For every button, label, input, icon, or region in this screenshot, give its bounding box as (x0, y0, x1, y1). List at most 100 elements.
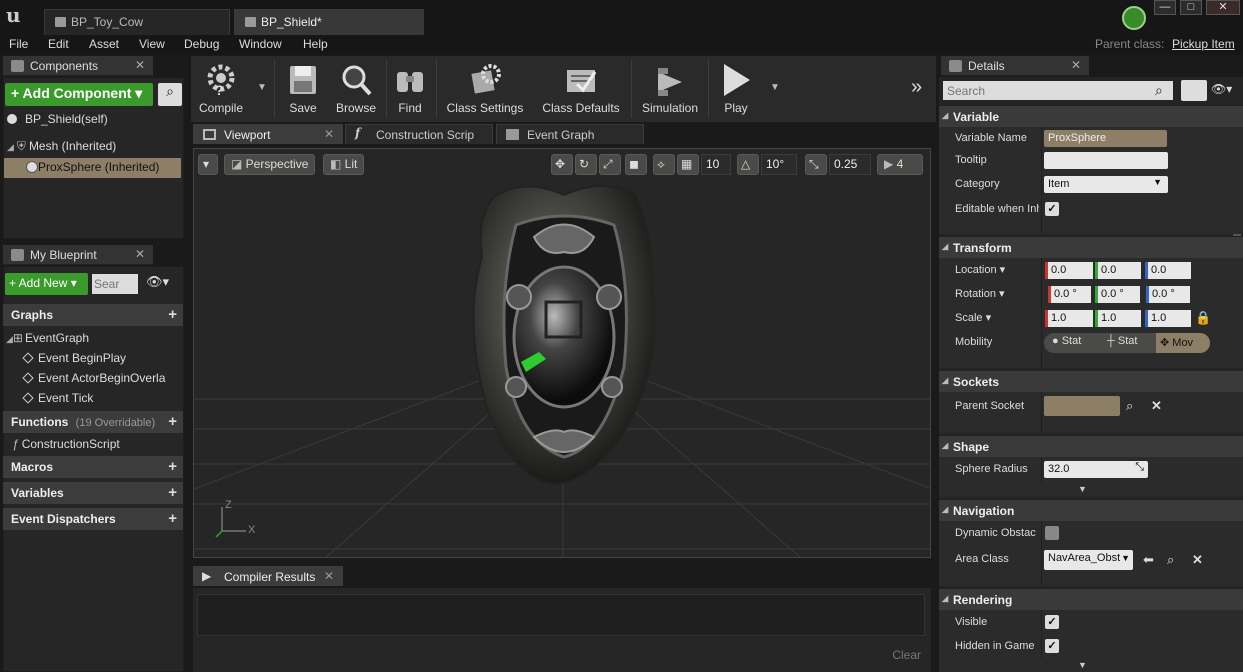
scale-x-field[interactable]: 1.0 (1045, 310, 1093, 327)
component-self[interactable]: BP_Shield(self) (7, 112, 108, 126)
close-icon[interactable]: ✕ (135, 58, 145, 72)
translate-mode-icon[interactable]: ✥ (551, 154, 573, 175)
surface-snap-icon[interactable]: ⟡ (653, 154, 675, 175)
perspective-button[interactable]: ◪ Perspective (224, 154, 316, 175)
view-options-eye-icon[interactable]: 👁▾ (146, 274, 169, 290)
event-beginplay-item[interactable]: Event BeginPlay (22, 351, 126, 365)
event-tick-item[interactable]: Event Tick (22, 391, 93, 405)
sphere-radius-field[interactable]: 32.0 ⤡ (1044, 461, 1148, 478)
source-control-status-icon[interactable] (1122, 6, 1146, 30)
close-icon[interactable]: ✕ (135, 247, 145, 261)
rendering-section-header[interactable]: ◢ Rendering (939, 588, 1243, 610)
rotation-snap-value[interactable]: 10° (761, 154, 797, 175)
location-x-field[interactable]: 0.0 (1045, 262, 1093, 279)
scale-snap-value[interactable]: 0.25 (829, 154, 871, 175)
rotation-z-field[interactable]: 0.0 ° (1146, 286, 1190, 303)
grid-snap-icon[interactable]: ▦ (677, 154, 699, 175)
compile-options-caret-icon[interactable]: ▼ (257, 82, 267, 93)
add-function-icon[interactable]: + (168, 413, 177, 430)
tab-bp-shield[interactable]: BP_Shield* (234, 9, 424, 35)
maximize-button[interactable]: □ (1180, 0, 1202, 15)
grid-snap-value[interactable]: 10 (701, 154, 731, 175)
shape-section-header[interactable]: ◢ Shape (939, 435, 1243, 457)
construction-script-item[interactable]: ƒ ConstructionScript (12, 437, 120, 451)
save-button[interactable]: Save (279, 56, 327, 123)
add-component-button[interactable]: + Add Component ▾ (5, 83, 153, 106)
close-window-button[interactable]: ✕ (1206, 0, 1240, 15)
editable-when-inherited-checkbox[interactable]: ✓ (1045, 202, 1059, 216)
close-icon[interactable]: ✕ (324, 569, 334, 583)
play-button[interactable]: Play (711, 56, 761, 123)
view-options-eye-icon[interactable]: 👁▾ (1211, 82, 1232, 96)
add-macro-icon[interactable]: + (168, 458, 177, 475)
scale-label[interactable]: Scale ▾ (955, 311, 991, 324)
add-variable-icon[interactable]: + (168, 484, 177, 501)
scale-snap-icon[interactable]: ⤡ (805, 154, 827, 175)
rotation-x-field[interactable]: 0.0 ° (1048, 286, 1091, 303)
rotation-snap-icon[interactable]: △ (737, 154, 759, 175)
category-dropdown[interactable]: Item ▼ (1044, 176, 1168, 193)
close-icon[interactable]: ✕ (324, 127, 334, 141)
macros-section[interactable]: Macros + (3, 456, 183, 478)
sockets-section-header[interactable]: ◢ Sockets (939, 370, 1243, 392)
minimize-button[interactable]: — (1154, 0, 1176, 15)
event-actorbeginoverlap-item[interactable]: Event ActorBeginOverla (22, 371, 165, 385)
navigation-section-header[interactable]: ◢ Navigation (939, 499, 1243, 521)
menu-asset[interactable]: Asset (89, 37, 119, 51)
rotation-label[interactable]: Rotation ▾ (955, 287, 1005, 300)
mobility-movable-option[interactable]: ✥ Mov (1156, 333, 1210, 353)
expand-advanced-icon[interactable]: ▼ (1078, 660, 1087, 670)
scale-z-field[interactable]: 1.0 (1145, 310, 1191, 327)
add-new-button[interactable]: + Add New ▾ (5, 273, 88, 295)
clear-x-icon[interactable]: ✕ (1192, 552, 1203, 568)
collapse-triangle-icon[interactable]: ◢ (7, 142, 14, 152)
coordinate-space-icon[interactable]: ◼ (625, 154, 647, 175)
shield-mesh[interactable] (464, 177, 664, 497)
compile-button[interactable]: ? Compile (193, 56, 249, 123)
scale-y-field[interactable]: 1.0 (1095, 310, 1141, 327)
component-mesh[interactable]: ◢ ⛨ Mesh (Inherited) (7, 139, 116, 154)
camera-speed-button[interactable]: ▶ 4 (877, 154, 923, 175)
scale-mode-icon[interactable]: ⤢ (599, 154, 621, 175)
viewport-options-dropdown[interactable]: ▾ (198, 154, 218, 175)
lit-button[interactable]: ◧ Lit (323, 154, 365, 175)
rotation-y-field[interactable]: 0.0 ° (1095, 286, 1140, 303)
menu-window[interactable]: Window (239, 37, 282, 51)
location-y-field[interactable]: 0.0 (1095, 262, 1141, 279)
search-icon[interactable]: ⌕ (1126, 398, 1133, 414)
mobility-static-option[interactable]: ● Stat (1046, 335, 1098, 351)
class-settings-button[interactable]: Class Settings (443, 56, 527, 123)
visible-checkbox[interactable]: ✓ (1045, 615, 1059, 629)
location-z-field[interactable]: 0.0 (1145, 262, 1191, 279)
viewport-canvas[interactable]: ▾ ◪ Perspective ◧ Lit ✥ ↻ ⤢ ◼ ⟡ ▦ 10 △ 1… (193, 148, 931, 558)
tab-event-graph[interactable]: Event Graph (496, 124, 644, 144)
expand-advanced-icon[interactable]: ▼ (1078, 484, 1087, 494)
menu-file[interactable]: File (9, 37, 28, 51)
search-icon[interactable]: ⌕ (158, 83, 182, 106)
functions-section[interactable]: Functions (19 Overridable) + (3, 411, 183, 433)
menu-help[interactable]: Help (303, 37, 328, 51)
dynamic-obstacle-checkbox[interactable] (1045, 526, 1059, 540)
class-defaults-button[interactable]: Class Defaults (536, 56, 626, 123)
play-options-caret-icon[interactable]: ▼ (770, 82, 780, 93)
rotate-mode-icon[interactable]: ↻ (575, 154, 597, 175)
menu-view[interactable]: View (139, 37, 165, 51)
find-button[interactable]: Find (389, 56, 431, 123)
add-event-dispatcher-icon[interactable]: + (168, 510, 177, 527)
variable-section-header[interactable]: ◢ Variable (939, 105, 1243, 127)
variable-name-field[interactable]: ProxSphere (1044, 130, 1167, 147)
transform-section-header[interactable]: ◢ Transform (939, 236, 1243, 258)
reset-arrow-icon[interactable]: ⤡ (1135, 461, 1144, 474)
parent-socket-field[interactable] (1044, 396, 1120, 416)
event-graph-item[interactable]: ◢⊞ EventGraph (6, 331, 89, 345)
menu-edit[interactable]: Edit (48, 37, 69, 51)
mobility-stationary-option[interactable]: ┼ Stat (1101, 335, 1153, 351)
use-selected-arrow-icon[interactable]: ⬅ (1143, 552, 1154, 568)
hidden-in-game-checkbox[interactable]: ✓ (1045, 639, 1059, 653)
tab-viewport[interactable]: Viewport ✕ (193, 124, 343, 144)
variables-section[interactable]: Variables + (3, 482, 183, 504)
tab-construction-script[interactable]: f Construction Scrip (345, 124, 493, 144)
tab-compiler-results[interactable]: ▶ Compiler Results ✕ (193, 566, 343, 586)
area-class-dropdown[interactable]: NavArea_Obst ▼ (1044, 550, 1133, 570)
property-matrix-icon[interactable] (1181, 80, 1207, 101)
